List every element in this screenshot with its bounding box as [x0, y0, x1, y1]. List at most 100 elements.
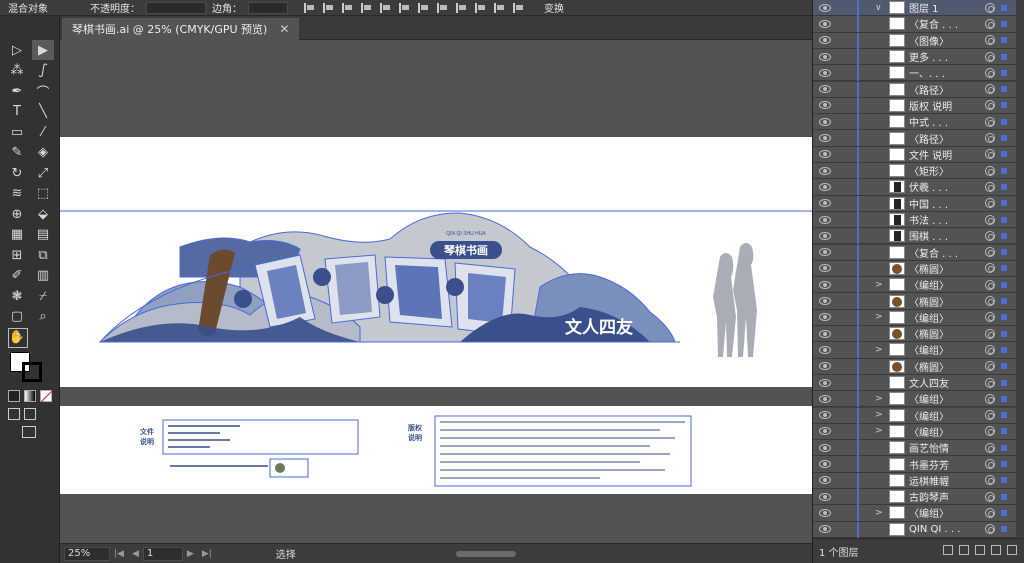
- distribute-left-icon[interactable]: [475, 2, 486, 13]
- gradient-tool[interactable]: ▤: [32, 225, 54, 245]
- layer-row[interactable]: 一、. . .: [813, 65, 1024, 82]
- layer-name[interactable]: 书法 . . .: [909, 212, 948, 227]
- target-circle-icon[interactable]: [985, 328, 995, 339]
- first-page-icon[interactable]: |◀: [114, 549, 124, 559]
- layer-row[interactable]: > 〈编组〉: [813, 391, 1024, 408]
- expand-chevron-icon[interactable]: >: [875, 394, 883, 404]
- free-transform-tool[interactable]: ⬚: [32, 184, 54, 204]
- expand-chevron-icon[interactable]: >: [875, 426, 883, 436]
- visibility-eye-icon[interactable]: [819, 362, 831, 371]
- layer-name[interactable]: 〈路径〉: [909, 82, 949, 97]
- layer-row[interactable]: 〈椭圆〉: [813, 358, 1024, 375]
- visibility-eye-icon[interactable]: [819, 248, 831, 257]
- target-circle-icon[interactable]: [985, 507, 995, 518]
- selection-indicator[interactable]: [1001, 265, 1007, 272]
- selection-tool[interactable]: ▷: [6, 40, 28, 60]
- selection-indicator[interactable]: [1001, 428, 1007, 435]
- target-circle-icon[interactable]: [985, 214, 995, 225]
- layer-name[interactable]: 〈椭圆〉: [909, 359, 949, 374]
- color-mode-icon[interactable]: [8, 390, 20, 402]
- target-circle-icon[interactable]: [985, 410, 995, 421]
- target-circle-icon[interactable]: [985, 133, 995, 144]
- visibility-eye-icon[interactable]: [819, 264, 831, 273]
- align-vcenter-icon[interactable]: [380, 2, 391, 13]
- visibility-eye-icon[interactable]: [819, 297, 831, 306]
- layer-row[interactable]: > 〈编组〉: [813, 309, 1024, 326]
- perspective-tool[interactable]: ▦: [6, 225, 28, 245]
- layer-row[interactable]: 〈路径〉: [813, 81, 1024, 98]
- layer-row[interactable]: 文人四友: [813, 374, 1024, 392]
- line-tool[interactable]: ╲: [32, 102, 54, 122]
- layer-row[interactable]: > 〈编组〉: [813, 505, 1024, 522]
- selection-indicator[interactable]: [1001, 346, 1007, 353]
- layer-name[interactable]: 〈椭圆〉: [909, 261, 949, 276]
- visibility-eye-icon[interactable]: [819, 313, 831, 322]
- delete-icon[interactable]: [1007, 545, 1017, 555]
- selection-indicator[interactable]: [1001, 379, 1007, 386]
- target-circle-icon[interactable]: [985, 149, 995, 160]
- target-circle-icon[interactable]: [985, 312, 995, 323]
- layer-row[interactable]: 〈矩形〉: [813, 163, 1024, 180]
- selection-indicator[interactable]: [1001, 493, 1007, 500]
- visibility-eye-icon[interactable]: [819, 215, 831, 224]
- target-circle-icon[interactable]: [985, 247, 995, 258]
- none-mode-icon[interactable]: [40, 390, 52, 402]
- selection-indicator[interactable]: [1001, 477, 1007, 484]
- layer-name[interactable]: 〈矩形〉: [909, 163, 949, 178]
- align-bottom-icon[interactable]: [399, 2, 410, 13]
- help-button[interactable]: ?: [8, 328, 28, 348]
- new-layer-icon[interactable]: [991, 545, 1001, 555]
- target-circle-icon[interactable]: [985, 344, 995, 355]
- layer-row[interactable]: 〈椭圆〉: [813, 293, 1024, 310]
- live-paint-tool[interactable]: ⬙: [32, 204, 54, 224]
- selection-indicator[interactable]: [1001, 298, 1007, 305]
- visibility-eye-icon[interactable]: [819, 525, 831, 534]
- distribute-vcenter-icon[interactable]: [437, 2, 448, 13]
- copyright-box[interactable]: [434, 415, 692, 487]
- selection-indicator[interactable]: [1001, 102, 1007, 109]
- selection-indicator[interactable]: [1001, 395, 1007, 402]
- curvature-tool[interactable]: ⌒: [32, 81, 54, 101]
- target-circle-icon[interactable]: [985, 181, 995, 192]
- selection-indicator[interactable]: [1001, 86, 1007, 93]
- scale-tool[interactable]: ⤢: [32, 163, 54, 183]
- layer-row[interactable]: 更多 . . .: [813, 48, 1024, 66]
- artboard-main[interactable]: 琴棋书画 QIN QI SHU HUA 文人四友: [60, 137, 812, 387]
- page-field[interactable]: 1: [142, 546, 183, 561]
- target-circle-icon[interactable]: [985, 230, 995, 241]
- layer-row[interactable]: 〈复合 . . .: [813, 244, 1024, 261]
- visibility-eye-icon[interactable]: [819, 460, 831, 469]
- shape-builder-tool[interactable]: ⊕: [6, 204, 28, 224]
- slice-tool[interactable]: ⌿: [32, 286, 54, 306]
- align-left-icon[interactable]: [304, 2, 315, 13]
- rotate-tool[interactable]: ↻: [6, 163, 28, 183]
- layer-name[interactable]: 〈复合 . . .: [909, 245, 958, 260]
- visibility-eye-icon[interactable]: [819, 166, 831, 175]
- layer-name[interactable]: 〈椭圆〉: [909, 326, 949, 341]
- layer-name[interactable]: 〈编组〉: [909, 277, 949, 292]
- layer-row[interactable]: 〈图像〉: [813, 32, 1024, 49]
- mesh-tool[interactable]: ⊞: [6, 245, 28, 265]
- distribute-top-icon[interactable]: [418, 2, 429, 13]
- layer-row[interactable]: 围棋 . . .: [813, 228, 1024, 245]
- selection-indicator[interactable]: [1001, 118, 1007, 125]
- layer-row[interactable]: 伏羲 . . .: [813, 179, 1024, 196]
- document-tab[interactable]: 琴棋书画.ai @ 25% (CMYK/GPU 预览) ✕: [62, 18, 300, 40]
- selection-indicator[interactable]: [1001, 167, 1007, 174]
- target-circle-icon[interactable]: [985, 116, 995, 127]
- layer-name[interactable]: 图层 1: [909, 0, 939, 15]
- selection-indicator[interactable]: [1001, 330, 1007, 337]
- warp-tool[interactable]: ≋: [6, 184, 28, 204]
- layer-row[interactable]: 古韵琴声: [813, 489, 1024, 506]
- expand-chevron-icon[interactable]: >: [875, 312, 883, 322]
- blend-tool[interactable]: ⧉: [32, 245, 54, 265]
- visibility-eye-icon[interactable]: [819, 150, 831, 159]
- last-page-icon[interactable]: ▶|: [202, 549, 212, 559]
- visibility-eye-icon[interactable]: [819, 394, 831, 403]
- selection-indicator[interactable]: [1001, 216, 1007, 223]
- visibility-eye-icon[interactable]: [819, 492, 831, 501]
- transform-link[interactable]: 变换: [544, 0, 564, 15]
- layer-name[interactable]: 〈编组〉: [909, 408, 949, 423]
- layer-name[interactable]: 围棋 . . .: [909, 228, 948, 243]
- draw-behind-icon[interactable]: [24, 408, 36, 420]
